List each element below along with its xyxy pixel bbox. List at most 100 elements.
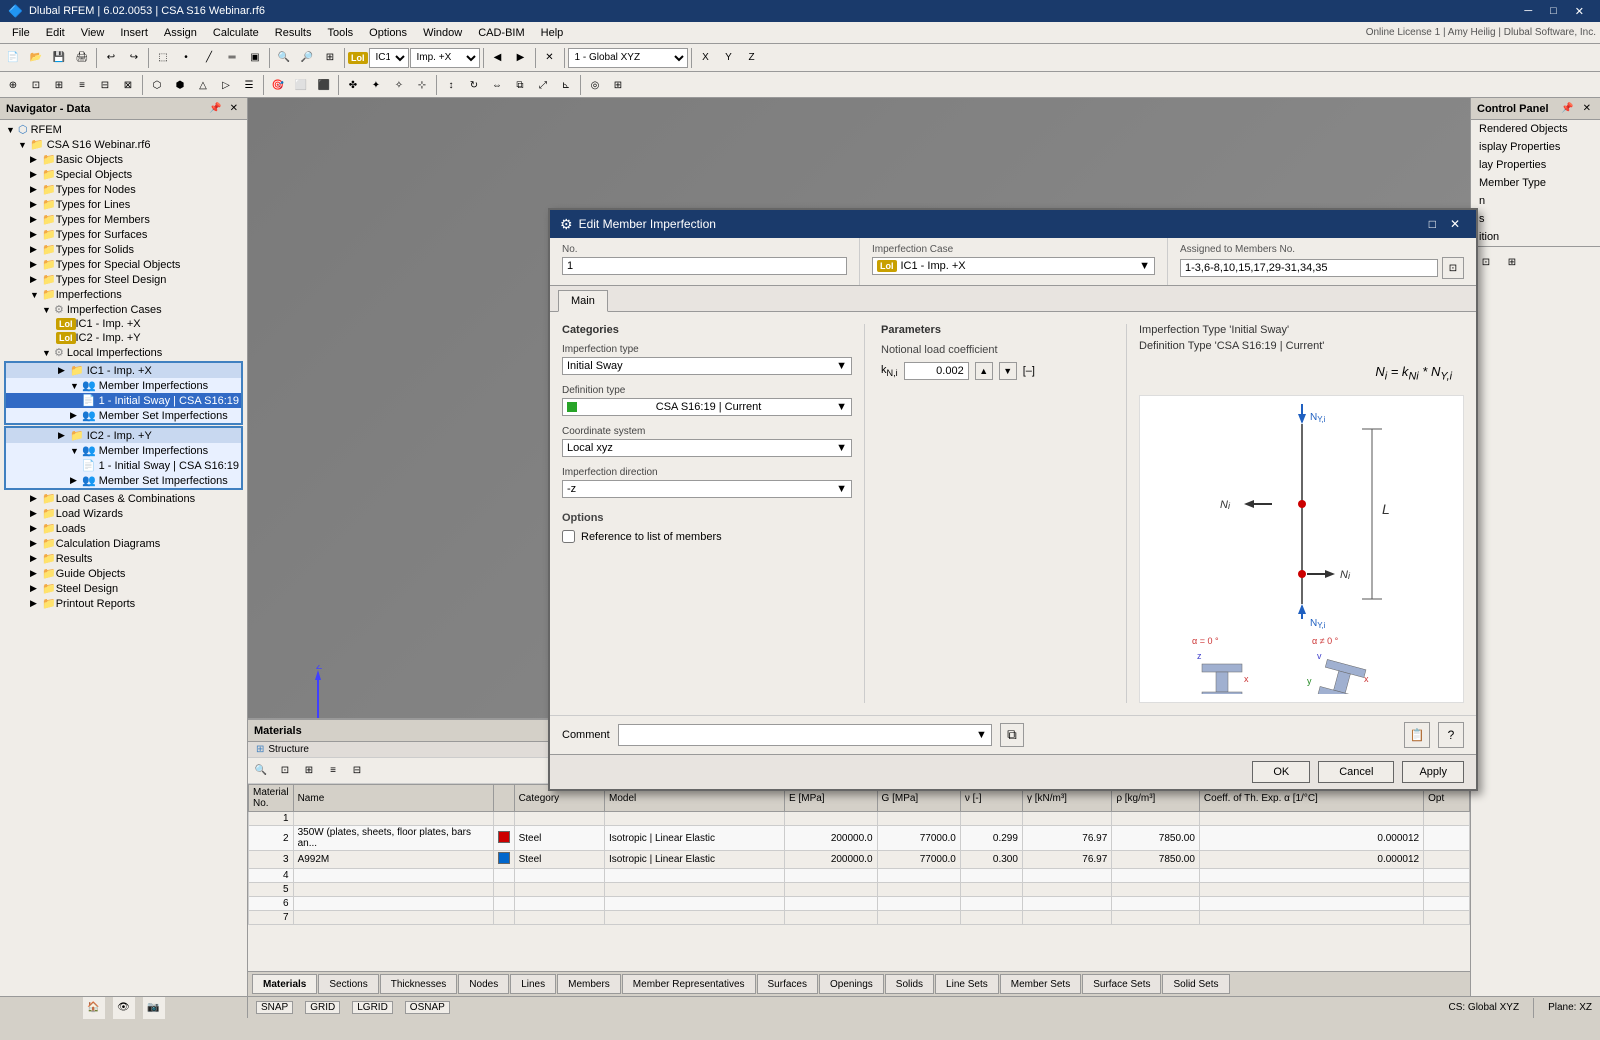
- tree-project[interactable]: ▼ 📁 CSA S16 Webinar.rf6: [0, 137, 247, 152]
- nav-eye-btn[interactable]: 👁: [113, 997, 135, 1019]
- tb-scale[interactable]: ⤢: [532, 74, 554, 96]
- tb-r15[interactable]: ✤: [342, 74, 364, 96]
- comment-input[interactable]: ▼: [618, 724, 992, 746]
- tree-types-members[interactable]: ▶ 📁 Types for Members: [0, 212, 247, 227]
- tree-steel-design[interactable]: ▶ 📁 Steel Design: [0, 581, 247, 596]
- nav-close-btn[interactable]: ✕: [227, 102, 241, 115]
- tree-member-set-imp-1[interactable]: ▶ 👥 Member Set Imperfections: [6, 408, 241, 423]
- special-objects-arrow[interactable]: ▶: [30, 169, 42, 180]
- tb-grid[interactable]: ⊞: [607, 74, 629, 96]
- tb-snap[interactable]: ◎: [584, 74, 606, 96]
- tree-imperfections[interactable]: ▼ 📁 Imperfections: [0, 287, 247, 302]
- tb-r13[interactable]: ⬜: [290, 74, 312, 96]
- apply-btn[interactable]: Apply: [1402, 761, 1464, 783]
- load-cases-arrow[interactable]: ▶: [30, 493, 42, 504]
- menu-cadbim[interactable]: CAD-BIM: [470, 25, 532, 41]
- bottom-tab[interactable]: Nodes: [458, 974, 509, 994]
- mat-tb-5[interactable]: ⊟: [346, 760, 368, 782]
- ic-combo[interactable]: IC1: [369, 48, 409, 68]
- member-imp-1-arrow[interactable]: ▼: [70, 381, 82, 391]
- tree-types-surfaces[interactable]: ▶ 📁 Types for Surfaces: [0, 227, 247, 242]
- tree-ic2-local[interactable]: ▶ 📁 IC2 - Imp. +Y: [6, 428, 241, 443]
- tb-r2[interactable]: ⊡: [25, 74, 47, 96]
- menu-tools[interactable]: Tools: [319, 25, 361, 41]
- tab-main[interactable]: Main: [558, 290, 608, 312]
- steel-design-arrow[interactable]: ▶: [30, 583, 42, 594]
- tree-types-special[interactable]: ▶ 📁 Types for Special Objects: [0, 257, 247, 272]
- tree-ic1[interactable]: LoI IC1 - Imp. +X: [0, 317, 247, 331]
- bottom-tab[interactable]: Surface Sets: [1082, 974, 1161, 994]
- tree-basic-objects[interactable]: ▶ 📁 Basic Objects: [0, 152, 247, 167]
- menu-insert[interactable]: Insert: [112, 25, 156, 41]
- tb-member[interactable]: ═: [221, 47, 243, 69]
- tb-view-z[interactable]: Z: [741, 47, 763, 69]
- tree-initial-sway-2[interactable]: 📄 1 - Initial Sway | CSA S16:19: [6, 458, 241, 473]
- reference-checkbox[interactable]: [562, 530, 575, 543]
- menu-help[interactable]: Help: [533, 25, 572, 41]
- mat-tb-4[interactable]: ≡: [322, 760, 344, 782]
- bottom-tab[interactable]: Member Representatives: [622, 974, 756, 994]
- tree-guide-objects[interactable]: ▶ 📁 Guide Objects: [0, 566, 247, 581]
- tree-member-set-imp-2[interactable]: ▶ 👥 Member Set Imperfections: [6, 473, 241, 488]
- assigned-value[interactable]: 1-3,6-8,10,15,17,29-31,34,35: [1180, 259, 1438, 277]
- tb-select[interactable]: ⬚: [152, 47, 174, 69]
- menu-calculate[interactable]: Calculate: [205, 25, 267, 41]
- imp-combo[interactable]: Imp. +X: [410, 48, 480, 68]
- tb-mirror[interactable]: ⇔: [486, 74, 508, 96]
- tree-types-solids[interactable]: ▶ 📁 Types for Solids: [0, 242, 247, 257]
- tb-r17[interactable]: ✧: [388, 74, 410, 96]
- tb-delete[interactable]: ✕: [539, 47, 561, 69]
- load-wizards-arrow[interactable]: ▶: [30, 508, 42, 519]
- cp-pin-btn[interactable]: 📌: [1558, 102, 1576, 115]
- cp-btn-1[interactable]: ⊡: [1475, 251, 1497, 273]
- bottom-tab[interactable]: Surfaces: [757, 974, 818, 994]
- cp-n[interactable]: n: [1471, 192, 1600, 210]
- types-nodes-arrow[interactable]: ▶: [30, 184, 42, 195]
- tb-rotate[interactable]: ↻: [463, 74, 485, 96]
- dialog-restore-btn[interactable]: □: [1423, 216, 1442, 232]
- tb-r7[interactable]: ⬡: [146, 74, 168, 96]
- comment-copy-btn[interactable]: ⧉: [1000, 723, 1024, 747]
- tb-surface[interactable]: ▣: [244, 47, 266, 69]
- rfem-arrow[interactable]: ▼: [6, 125, 18, 135]
- ic1-local-arrow[interactable]: ▶: [58, 365, 70, 376]
- tb-r8[interactable]: ⬢: [169, 74, 191, 96]
- tree-types-lines[interactable]: ▶ 📁 Types for Lines: [0, 197, 247, 212]
- bottom-tab[interactable]: Materials: [252, 974, 317, 994]
- bottom-tab[interactable]: Solids: [885, 974, 934, 994]
- tb-new[interactable]: 📄: [2, 47, 24, 69]
- bottom-tab[interactable]: Sections: [318, 974, 378, 994]
- menu-window[interactable]: Window: [415, 25, 470, 41]
- results-arrow[interactable]: ▶: [30, 553, 42, 564]
- types-lines-arrow[interactable]: ▶: [30, 199, 42, 210]
- local-imp-arrow[interactable]: ▼: [42, 348, 54, 358]
- tree-ic2[interactable]: LoI IC2 - Imp. +Y: [0, 331, 247, 345]
- tb-r9[interactable]: △: [192, 74, 214, 96]
- kni-down-btn[interactable]: ▼: [999, 362, 1017, 380]
- menu-file[interactable]: File: [4, 25, 38, 41]
- types-steel-arrow[interactable]: ▶: [30, 274, 42, 285]
- cp-close-btn[interactable]: ✕: [1580, 102, 1594, 115]
- tree-initial-sway-1[interactable]: 📄 1 - Initial Sway | CSA S16:19: [6, 393, 241, 408]
- imperfection-type-combo[interactable]: Initial Sway ▼: [562, 357, 852, 375]
- tree-load-cases[interactable]: ▶ 📁 Load Cases & Combinations: [0, 491, 247, 506]
- member-set-imp-1-arrow[interactable]: ▶: [70, 410, 82, 421]
- tree-load-wizards[interactable]: ▶ 📁 Load Wizards: [0, 506, 247, 521]
- tree-calc-diagrams[interactable]: ▶ 📁 Calculation Diagrams: [0, 536, 247, 551]
- tb-r11[interactable]: ☰: [238, 74, 260, 96]
- dialog-close-btn[interactable]: ✕: [1444, 216, 1466, 232]
- tb-r16[interactable]: ✦: [365, 74, 387, 96]
- types-solids-arrow[interactable]: ▶: [30, 244, 42, 255]
- tb-r10[interactable]: ▷: [215, 74, 237, 96]
- tree-rfem[interactable]: ▼ ⬡ RFEM: [0, 122, 247, 137]
- tb-view-x[interactable]: X: [695, 47, 717, 69]
- menu-view[interactable]: View: [73, 25, 113, 41]
- loads-arrow[interactable]: ▶: [30, 523, 42, 534]
- tree-imp-cases[interactable]: ▼ ⚙ Imperfection Cases: [0, 302, 247, 317]
- menu-results[interactable]: Results: [267, 25, 320, 41]
- comment-dropdown-btn[interactable]: ▼: [976, 729, 987, 741]
- ok-btn[interactable]: OK: [1252, 761, 1310, 783]
- imp-case-value[interactable]: LoI IC1 - Imp. +X ▼: [872, 257, 1155, 275]
- kni-up-btn[interactable]: ▲: [975, 362, 993, 380]
- tb-r1[interactable]: ⊕: [2, 74, 24, 96]
